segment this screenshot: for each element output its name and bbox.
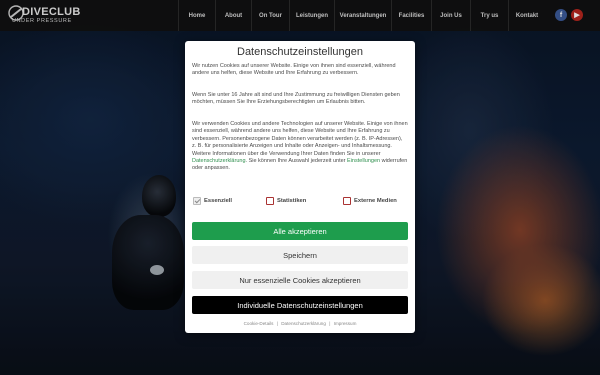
dialog-footer-links: Cookie-Details | Datenschutzerklärung | …	[185, 321, 415, 326]
age-notice-paragraph: Wenn Sie unter 16 Jahre alt sind und Ihr…	[192, 92, 400, 106]
imprint-link[interactable]: Impressum	[334, 321, 357, 326]
privacy-statement-link[interactable]: Datenschutzerklärung	[281, 321, 326, 326]
individual-settings-button[interactable]: Individuelle Datenschutzeinstellungen	[192, 296, 408, 314]
checkbox-statistiken-label[interactable]: Statistiken	[277, 198, 306, 204]
checkbox-externe-medien[interactable]: Externe Medien	[343, 195, 397, 207]
dialog-title: Datenschutzeinstellungen	[237, 46, 363, 58]
checkbox-statistiken[interactable]: Statistiken	[266, 195, 306, 207]
checkbox-essenziell: Essenziell	[193, 195, 232, 207]
checkbox-externe-medien-label[interactable]: Externe Medien	[354, 198, 397, 204]
cookie-info-text-b: . Sie können Ihre Auswahl jederzeit unte…	[245, 158, 348, 165]
cookie-details-link[interactable]: Cookie-Details	[244, 321, 274, 326]
cookie-info-paragraph: Wir verwenden Cookies und andere Technol…	[192, 121, 408, 173]
checkbox-statistiken-box[interactable]	[266, 197, 274, 205]
footer-separator: |	[276, 321, 278, 326]
privacy-settings-dialog: Datenschutzeinstellungen Wir nutzen Cook…	[185, 41, 415, 333]
privacy-policy-link[interactable]: Datenschutzerklärung	[192, 158, 246, 164]
footer-separator: |	[329, 321, 331, 326]
essential-only-button[interactable]: Nur essenzielle Cookies akzeptieren	[192, 271, 408, 289]
accept-all-button[interactable]: Alle akzeptieren	[192, 222, 408, 240]
checkbox-essenziell-label: Essenziell	[204, 198, 233, 204]
save-button[interactable]: Speichern	[192, 246, 408, 264]
intro-paragraph: Wir nutzen Cookies auf unserer Website. …	[192, 63, 396, 77]
checkbox-essenziell-box	[193, 197, 201, 205]
cookie-info-text-a: Wir verwenden Cookies und andere Technol…	[192, 121, 408, 157]
settings-link[interactable]: Einstellungen	[347, 158, 380, 164]
checkbox-externe-medien-box[interactable]	[343, 197, 351, 205]
consent-checkboxes: Essenziell Statistiken Externe Medien	[193, 195, 407, 207]
